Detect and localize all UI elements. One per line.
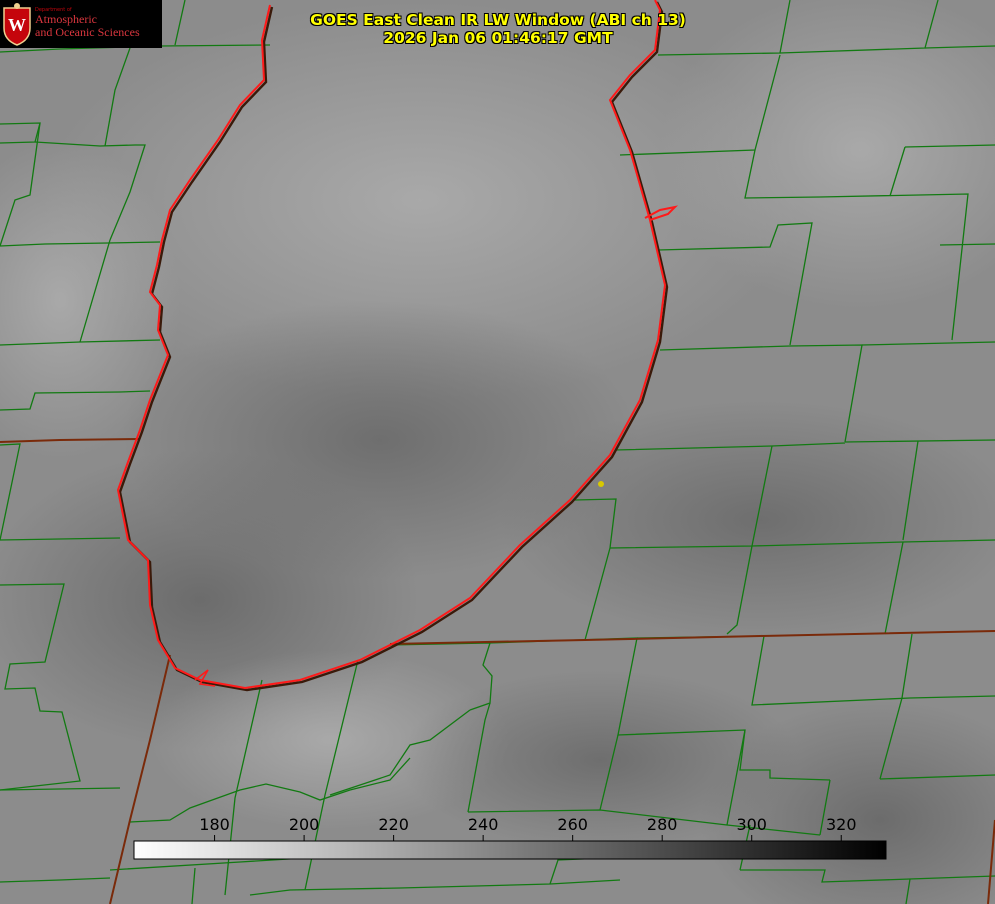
- logo-line-2: and Oceanic Sciences: [35, 25, 140, 39]
- crest-letter: W: [8, 15, 26, 35]
- satellite-map: 180 200 220 240 260 280 300 320: [0, 0, 995, 904]
- colorbar-tick-label: 200: [289, 815, 320, 834]
- colorbar-tick-label: 320: [826, 815, 857, 834]
- uw-aos-logo: W Department of Atmospheric and Oceanic …: [0, 0, 162, 48]
- colorbar-gradient: [133, 840, 887, 860]
- logo-line-1: Atmospheric: [35, 12, 97, 26]
- colorbar-tick-label: 180: [199, 815, 230, 834]
- infrared-imagery: [0, 0, 995, 904]
- uw-crest-icon: W: [3, 3, 31, 46]
- title-line-1: GOES East Clean IR LW Window (ABI ch 13): [310, 11, 686, 29]
- station-marker: [598, 481, 604, 487]
- colorbar-tick-label: 300: [736, 815, 767, 834]
- colorbar-tick-label: 260: [557, 815, 588, 834]
- title-timestamp: 2026 Jan 06 01:46:17 GMT: [383, 29, 613, 47]
- colorbar-tick-label: 240: [468, 815, 499, 834]
- colorbar-tick-label: 280: [647, 815, 678, 834]
- satellite-image-viewer: 180 200 220 240 260 280 300 320 W Department of…: [0, 0, 995, 904]
- image-title: GOES East Clean IR LW Window (ABI ch 13)…: [230, 11, 766, 47]
- colorbar-tick-label: 220: [378, 815, 409, 834]
